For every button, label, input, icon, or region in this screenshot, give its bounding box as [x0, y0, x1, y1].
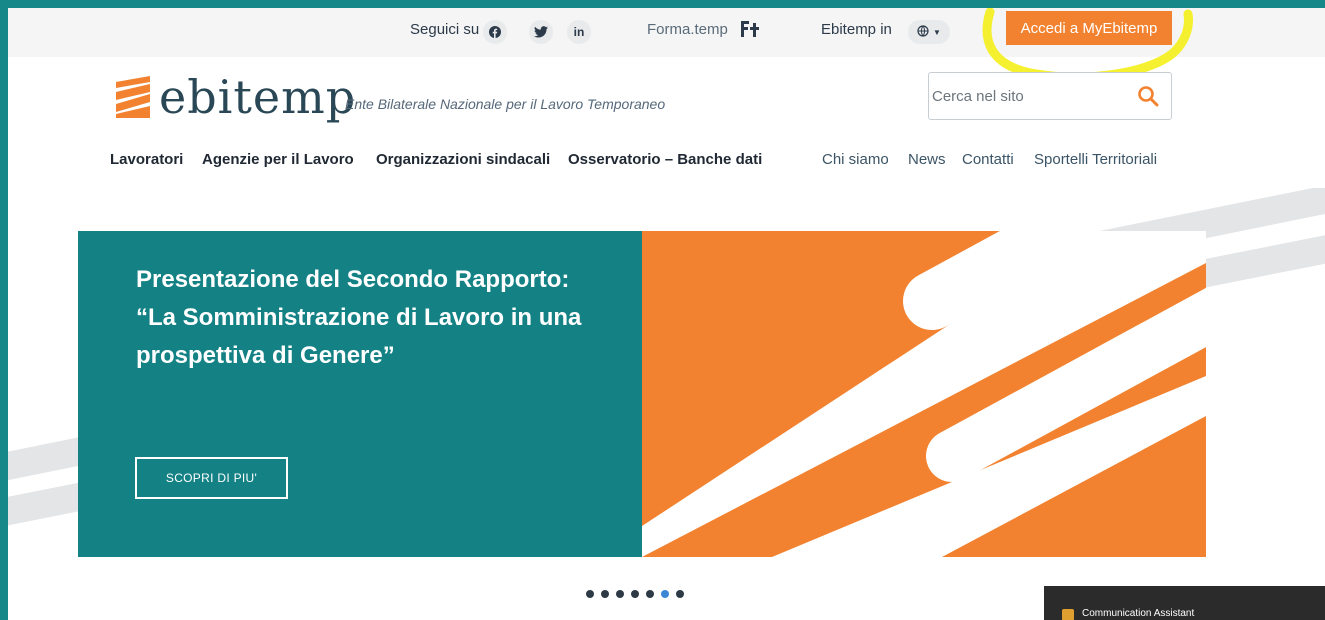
carousel-dot[interactable] — [616, 590, 624, 598]
carousel-indicators — [586, 590, 684, 598]
chevron-down-icon: ▼ — [933, 27, 941, 37]
carousel-dot[interactable] — [601, 590, 609, 598]
communication-assistant-label: Communication Assistant — [1082, 608, 1195, 619]
carousel-dot[interactable] — [676, 590, 684, 598]
top-utility-bar: Seguici su in Forma.temp Ebitemp in ▼ Ac… — [8, 8, 1325, 82]
site-tagline: Ente Bilaterale Nazionale per il Lavoro … — [345, 96, 666, 112]
ebitemp-in-label: Ebitemp in — [821, 21, 892, 38]
ebitemp-logo-text[interactable]: ebitemp — [159, 70, 356, 124]
search-input[interactable] — [932, 85, 1122, 107]
forma-temp-icon[interactable] — [739, 19, 761, 44]
language-selector[interactable]: ▼ — [908, 20, 950, 44]
communication-assistant-icon — [1062, 609, 1074, 620]
forma-temp-link[interactable]: Forma.temp — [647, 21, 728, 38]
hero-title: Presentazione del Secondo Rapporto: “La … — [136, 266, 582, 369]
search-box[interactable] — [928, 72, 1172, 120]
nav-item-agenzie[interactable]: Agenzie per il Lavoro — [202, 151, 354, 168]
carousel-dot[interactable] — [586, 590, 594, 598]
nav-item-chi-siamo[interactable]: Chi siamo — [822, 151, 889, 168]
web-page: Seguici su in Forma.temp Ebitemp in ▼ Ac… — [8, 8, 1325, 620]
nav-item-news[interactable]: News — [908, 151, 946, 168]
nav-item-contatti[interactable]: Contatti — [962, 151, 1014, 168]
ebitemp-logo-icon[interactable] — [112, 76, 154, 123]
login-myebitemp-button[interactable]: Accedi a MyEbitemp — [1006, 11, 1172, 45]
carousel-dot[interactable] — [646, 590, 654, 598]
communication-assistant-bar[interactable]: Communication Assistant — [1044, 586, 1325, 620]
nav-item-sportelli[interactable]: Sportelli Territoriali — [1034, 151, 1157, 168]
twitter-icon[interactable] — [529, 20, 553, 44]
hero-orange-graphic — [642, 231, 1206, 557]
hero-teal-panel: Presentazione del Secondo Rapporto: “La … — [78, 231, 642, 557]
nav-item-osservatorio[interactable]: Osservatorio – Banche dati — [568, 151, 762, 168]
search-icon[interactable] — [1137, 85, 1159, 112]
carousel-dot[interactable] — [631, 590, 639, 598]
linkedin-icon[interactable]: in — [567, 20, 591, 44]
follow-us-label: Seguici su — [410, 21, 480, 38]
nav-item-lavoratori[interactable]: Lavoratori — [110, 151, 183, 168]
facebook-icon[interactable] — [483, 20, 507, 44]
nav-item-organizzazioni[interactable]: Organizzazioni sindacali — [376, 151, 550, 168]
scopri-di-piu-button[interactable]: SCOPRI DI PIU' — [135, 457, 288, 499]
carousel-dot-active[interactable] — [661, 590, 669, 598]
globe-icon — [917, 24, 929, 40]
